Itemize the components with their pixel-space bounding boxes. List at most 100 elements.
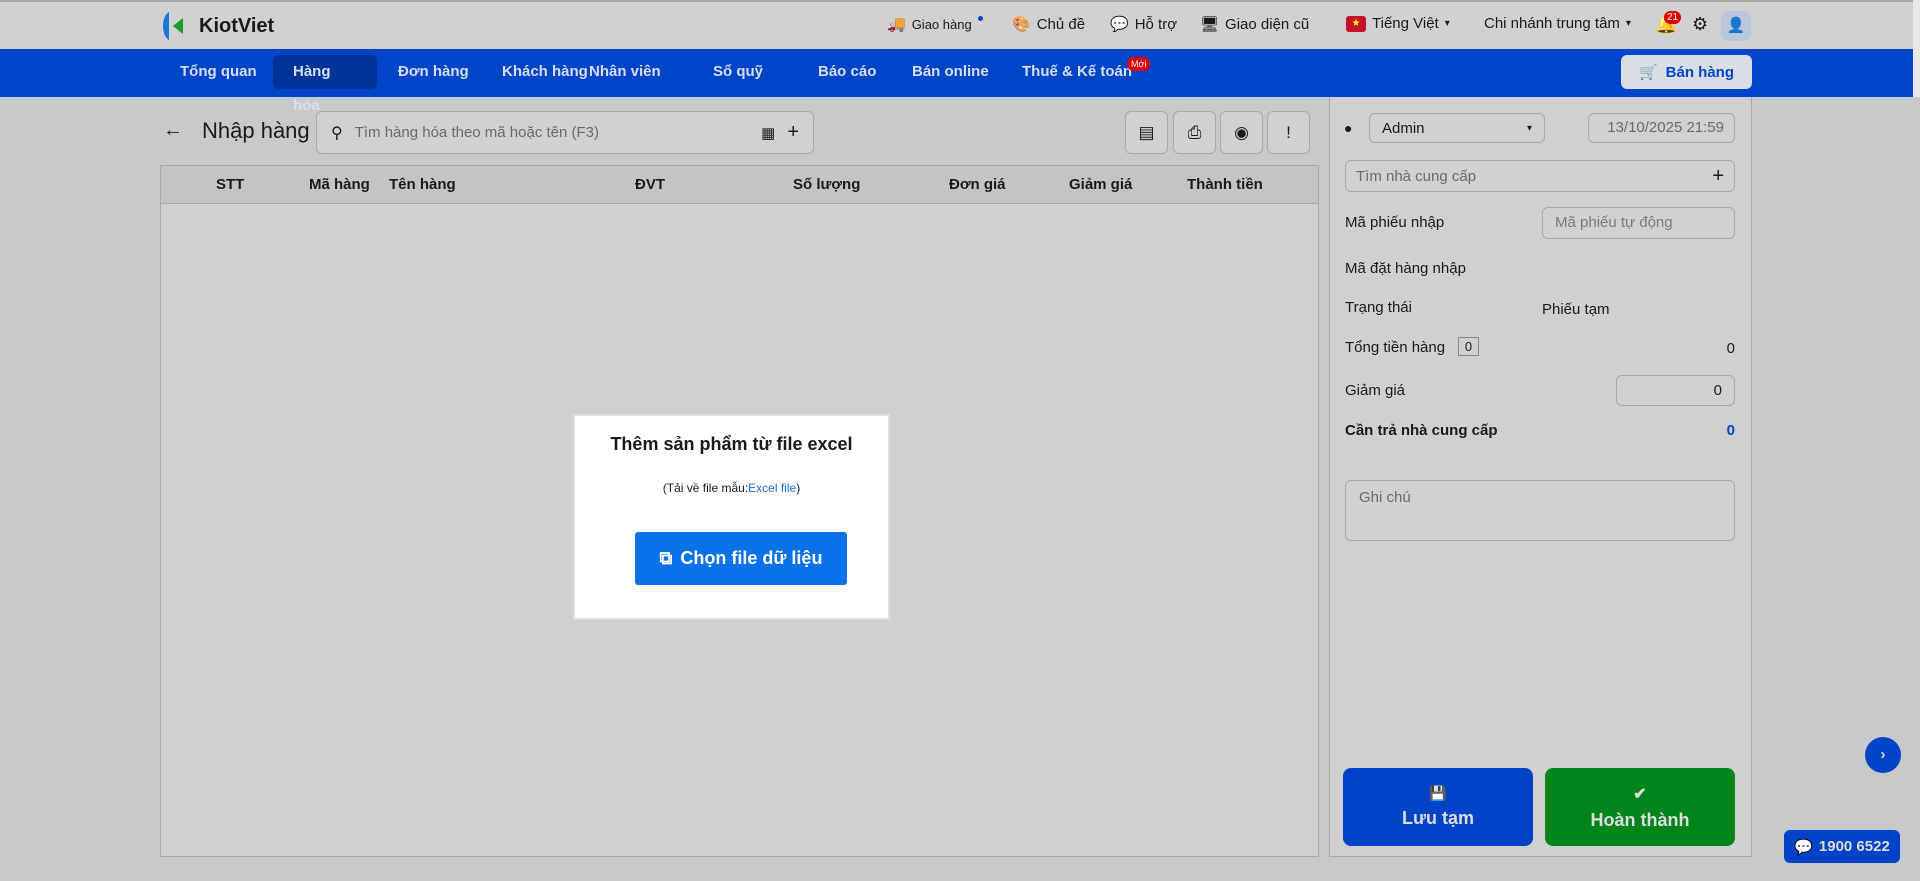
page-title: Nhập hàng	[202, 118, 310, 143]
support-label: Hỗ trợ	[1134, 15, 1178, 33]
nav-orders[interactable]: Đơn hàng	[378, 55, 489, 89]
choose-file-button[interactable]: ⧉ Chọn file dữ liệu	[635, 532, 847, 585]
status-label: Trạng thái	[1345, 299, 1412, 316]
grid-icon[interactable]: ▦	[761, 124, 775, 142]
col-name: Tên hàng	[389, 176, 456, 193]
supplier-input[interactable]: Tìm nhà cung cấp	[1356, 168, 1476, 185]
theme-label: Chủ đề	[1036, 15, 1086, 33]
product-search[interactable]: ⚲ Tìm hàng hóa theo mã hoặc tên (F3) ▦ +	[316, 111, 814, 154]
print-button[interactable]: ⎙	[1173, 111, 1216, 154]
user-value: Admin	[1382, 119, 1425, 137]
chevron-down-icon: ▾	[1444, 18, 1450, 29]
logo-icon	[163, 12, 183, 40]
receipt-code-input[interactable]: Mã phiếu tự động	[1542, 207, 1735, 239]
branch-select[interactable]: Chi nhánh trung tâm ▾	[1484, 15, 1631, 32]
old-ui-label: Giao diện cũ	[1225, 15, 1310, 33]
check-icon: ✔	[1633, 785, 1647, 803]
excel-template-link[interactable]: Excel file	[748, 481, 796, 495]
hint-suffix: )	[796, 481, 801, 495]
support-link[interactable]: 💬 Hỗ trợ	[1110, 15, 1178, 34]
payable-label: Cần trả nhà cung cấp	[1345, 422, 1498, 439]
col-stt: STT	[216, 176, 245, 193]
chat-bubble-icon: 💬	[1794, 838, 1813, 856]
nav-overview[interactable]: Tổng quan	[160, 55, 277, 89]
nav-reports[interactable]: Báo cáo	[798, 55, 896, 89]
chevron-down-icon: ▾	[1625, 18, 1631, 29]
receipt-code-label: Mã phiếu nhập	[1345, 214, 1445, 231]
eye-icon: ◉	[1234, 122, 1249, 142]
col-code: Mã hàng	[309, 176, 370, 193]
hotline-number: 1900 6522	[1818, 838, 1890, 855]
dialog-title: Thêm sản phẩm từ file excel	[610, 434, 853, 454]
main-nav: Tổng quan Hàng hóa Đơn hàng Khách hàng N…	[0, 49, 1913, 114]
excel-import-dialog: Thêm sản phẩm từ file excel (Tải về file…	[573, 414, 890, 620]
note-textarea[interactable]: Ghi chú	[1345, 480, 1735, 541]
order-code-label: Mã đặt hàng nhập	[1345, 260, 1466, 277]
user-avatar[interactable]: 👤	[1721, 11, 1751, 41]
choose-file-label: Chọn file dữ liệu	[680, 548, 823, 568]
barcode-scanner-icon: ▤	[1138, 122, 1155, 142]
user-select[interactable]: Admin ▾	[1369, 113, 1545, 143]
plus-icon[interactable]: +	[787, 121, 799, 144]
preview-button[interactable]: ◉	[1220, 111, 1263, 154]
col-unit-price: Đơn giá	[949, 176, 1006, 193]
printer-icon: ⎙	[1187, 122, 1202, 142]
chat-alert-icon: 💬	[1110, 16, 1129, 33]
supplier-search[interactable]: Tìm nhà cung cấp +	[1345, 160, 1735, 192]
back-arrow-icon[interactable]: ←	[163, 119, 183, 142]
search-icon: ⚲	[331, 124, 343, 142]
total-value: 0	[1726, 340, 1735, 357]
barcode-scanner-button[interactable]: ▤	[1125, 111, 1168, 154]
total-label: Tổng tiền hàng	[1345, 339, 1446, 356]
hint-text: (Tải về file mẫu:	[662, 481, 749, 495]
kiotviet-logo[interactable]: KiotViet	[159, 10, 274, 42]
discount-label: Giảm giá	[1345, 382, 1406, 399]
nav-online-sales[interactable]: Bán online	[892, 55, 1009, 89]
complete-button[interactable]: ✔ Hoàn thành	[1545, 768, 1735, 846]
copy-file-icon: ⧉	[659, 548, 673, 568]
truck-icon: 🚚	[887, 16, 906, 33]
nav-cashbook[interactable]: Sổ quỹ	[693, 55, 783, 89]
nav-products[interactable]: Hàng hóa	[273, 55, 377, 114]
nav-employees[interactable]: Nhân viên	[569, 55, 681, 89]
chevron-down-icon: ▾	[1526, 122, 1532, 134]
language-label: Tiếng Việt	[1372, 15, 1439, 32]
complete-label: Hoàn thành	[1590, 809, 1690, 830]
sell-label: Bán hàng	[1665, 63, 1735, 81]
branch-label: Chi nhánh trung tâm	[1484, 15, 1620, 32]
notification-badge: 21	[1664, 11, 1682, 24]
plus-icon[interactable]: +	[1712, 165, 1724, 188]
total-count-badge: 0	[1458, 337, 1479, 356]
payable-value: 0	[1726, 422, 1735, 439]
expand-chevron-right-icon[interactable]: ›	[1865, 737, 1901, 773]
col-unit: ĐVT	[635, 176, 665, 193]
gear-icon[interactable]: ⚙	[1692, 14, 1708, 35]
save-draft-label: Lưu tạm	[1401, 808, 1475, 828]
cart-icon: 🛒	[1638, 64, 1658, 81]
notification-button[interactable]: 🔔 21	[1655, 11, 1682, 35]
delivery-link[interactable]: 🚚 Giao hàng	[887, 15, 983, 33]
language-select[interactable]: ★ Tiếng Việt ▾	[1346, 15, 1450, 32]
scrollbar[interactable]	[1913, 0, 1920, 97]
floppy-disk-icon: 💾	[1429, 785, 1447, 801]
brand-name: KiotViet	[199, 14, 275, 37]
new-badge: Mới	[1127, 57, 1151, 71]
monitor-icon: 🖥	[1200, 16, 1220, 33]
search-input[interactable]: Tìm hàng hóa theo mã hoặc tên (F3)	[355, 124, 749, 141]
col-discount: Giảm giá	[1069, 176, 1133, 193]
theme-link[interactable]: 🎨 Chủ đề	[1012, 15, 1086, 34]
user-circle-icon: ●	[1344, 120, 1353, 136]
sell-button[interactable]: 🛒 Bán hàng	[1621, 55, 1752, 89]
datetime-field[interactable]: 13/10/2025 21:59	[1588, 113, 1735, 143]
exclamation-icon: !	[1286, 122, 1291, 142]
col-total: Thành tiền	[1187, 176, 1263, 193]
discount-input[interactable]: 0	[1616, 375, 1735, 406]
top-bar: KiotViet 🚚 Giao hàng 🎨 Chủ đề 💬 Hỗ trợ 🖥 Gia…	[0, 0, 1920, 49]
hotline-button[interactable]: 💬 1900 6522	[1784, 830, 1900, 863]
status-value: Phiếu tạm	[1542, 301, 1610, 318]
template-hint: (Tải về file mẫu:Excel file)	[575, 481, 888, 495]
vietnam-flag-icon: ★	[1346, 15, 1366, 32]
old-ui-link[interactable]: 🖥 Giao diện cũ	[1200, 15, 1310, 34]
info-button[interactable]: !	[1267, 111, 1310, 154]
save-draft-button[interactable]: 💾 Lưu tạm	[1343, 768, 1533, 846]
